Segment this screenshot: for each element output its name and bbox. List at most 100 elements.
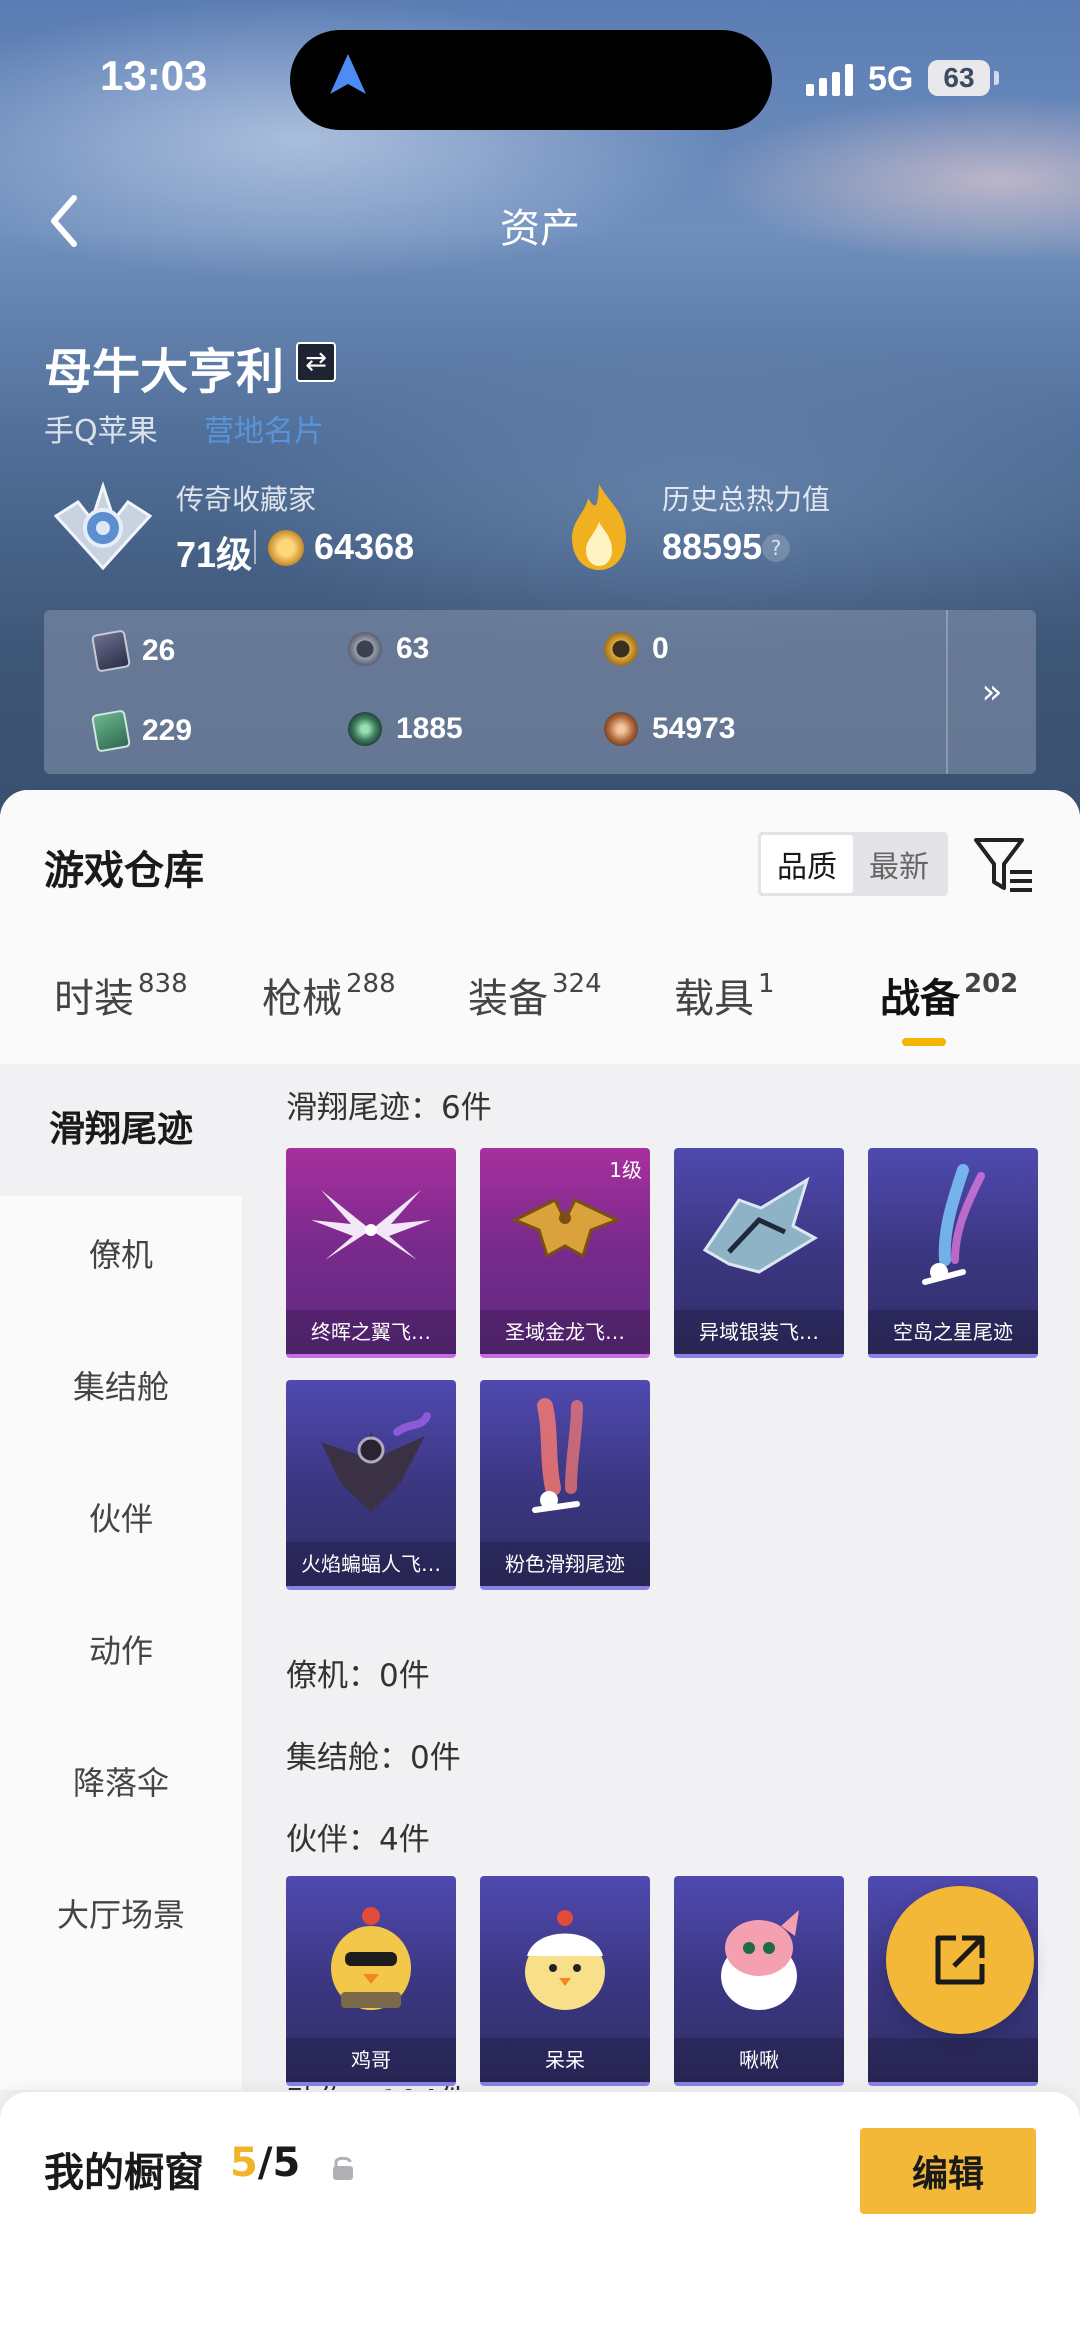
bronze-coin-icon	[604, 712, 638, 746]
tab-count: 324	[552, 969, 602, 999]
share-icon	[935, 1935, 985, 1985]
pink-trail-icon	[532, 1398, 583, 1513]
sort-toggle: 品质 最新	[758, 832, 948, 896]
tab-label: 战备	[880, 976, 960, 1022]
page-title: 资产	[500, 206, 580, 252]
purple-card-icon	[90, 629, 132, 673]
green-gem-icon	[348, 712, 382, 746]
expand-currencies-button[interactable]: »	[948, 610, 1036, 774]
signal-icon	[806, 62, 853, 96]
item-name: 圣域金龙飞…	[480, 1310, 650, 1354]
battery-tip	[994, 71, 999, 85]
item-name: 火焰蝙蝠人飞…	[286, 1542, 456, 1586]
item-card[interactable]: 鸡哥	[286, 1876, 456, 2086]
active-tab-indicator	[902, 1038, 946, 1046]
camp-card-link[interactable]: 营地名片	[204, 406, 324, 450]
showcase-current: 5	[230, 2140, 258, 2186]
profile-header: 13:03 5G 63 资产 母牛大亨利 ⇄ 手Q苹果 营地名片 传奇收藏家 7…	[0, 0, 1080, 820]
tab-label: 载具	[674, 976, 754, 1022]
section-title-glide: 滑翔尾迹：6件	[286, 1090, 492, 1126]
item-card[interactable]: 终晖之翼飞…	[286, 1148, 456, 1358]
currency-value: 26	[142, 634, 176, 667]
item-card[interactable]: 空岛之星尾迹	[868, 1148, 1038, 1358]
section-title-pod: 集结舱：0件	[286, 1740, 461, 1776]
warehouse-header: 游戏仓库 品质 最新 时装 838 枪械 288 装备 324 载具 1 战备 …	[0, 790, 1080, 1064]
section-title-partner: 伙伴：4件	[286, 1822, 430, 1858]
item-name: 粉色滑翔尾迹	[480, 1542, 650, 1586]
section-title-action: 动作：104件	[286, 2076, 469, 2090]
item-card[interactable]: 啾啾	[674, 1876, 844, 2086]
tab-label: 装备	[468, 976, 548, 1022]
rank-title: 传奇收藏家	[176, 483, 317, 516]
sidebar-item-partner[interactable]: 伙伴	[0, 1494, 242, 1540]
sidebar-item-assembly-pod[interactable]: 集结舱	[0, 1362, 242, 1408]
sort-by-newest[interactable]: 最新	[853, 835, 945, 893]
sidebar-item-action[interactable]: 动作	[0, 1626, 242, 1672]
item-name: 空岛之星尾迹	[868, 1310, 1038, 1354]
currency-item: 54973	[604, 712, 735, 746]
item-card[interactable]: 火焰蝙蝠人飞…	[286, 1380, 456, 1590]
tab-count: 838	[138, 969, 188, 999]
tab-vehicles[interactable]: 载具 1	[674, 966, 775, 1024]
item-card[interactable]: 粉色滑翔尾迹	[480, 1380, 650, 1590]
star-trail-icon	[922, 1164, 985, 1285]
chicken-icon	[331, 1907, 411, 2010]
sidebar-item-glide-trail[interactable]: 滑翔尾迹	[0, 1064, 242, 1196]
green-card-icon	[90, 709, 132, 753]
switch-account-icon[interactable]: ⇄	[296, 342, 336, 382]
currency-value: 0	[652, 632, 669, 665]
flame-bat-icon	[321, 1412, 431, 1512]
currency-panel: 26 63 0 229 1885 54973 »	[44, 610, 1036, 774]
divider	[254, 530, 256, 564]
item-name: 呆呆	[480, 2038, 650, 2082]
player-name: 母牛大亨利	[44, 344, 285, 400]
showcase-bar: 我的橱窗 5/5 编辑	[0, 2092, 1080, 2341]
filter-icon[interactable]	[972, 830, 1036, 900]
status-time: 13:03	[100, 52, 208, 99]
currency-item: 63	[348, 632, 429, 666]
currency-item: 0	[604, 632, 669, 666]
golden-dragon-icon	[511, 1197, 621, 1259]
wings-icon	[311, 1190, 431, 1260]
silver-coin-icon	[348, 632, 382, 666]
share-button[interactable]	[886, 1886, 1034, 2034]
currency-item: 229	[90, 709, 193, 753]
item-card[interactable]: 异域银装飞…	[674, 1148, 844, 1358]
edit-button[interactable]: 编辑	[860, 2128, 1036, 2214]
currency-item: 26	[90, 629, 176, 673]
pink-bird-icon	[721, 1910, 799, 2010]
category-sidebar: 滑翔尾迹 僚机 集结舱 伙伴 动作 降落伞 大厅场景	[0, 1064, 242, 2090]
item-card[interactable]: 呆呆	[480, 1876, 650, 2086]
gold-coin-icon	[604, 632, 638, 666]
showcase-count: 5/5	[230, 2140, 300, 2186]
showcase-label: 我的橱窗	[44, 2150, 204, 2196]
platform-label: 手Q苹果	[44, 414, 158, 449]
rank-emblem-icon	[53, 481, 153, 571]
tab-equipment[interactable]: 装备 324	[468, 966, 602, 1024]
tab-label: 枪械	[262, 976, 342, 1022]
tab-weapons[interactable]: 枪械 288	[262, 966, 396, 1024]
currency-item: 1885	[348, 712, 463, 746]
fire-icon	[572, 484, 626, 570]
tab-count: 288	[346, 969, 396, 999]
tab-combat-gear[interactable]: 战备 202	[880, 966, 1018, 1024]
help-icon[interactable]: ?	[762, 534, 790, 562]
network-type: 5G	[868, 60, 914, 98]
heat-value: 88595	[662, 526, 763, 567]
sort-by-quality[interactable]: 品质	[761, 835, 853, 893]
tab-fashion[interactable]: 时装 838	[54, 966, 188, 1024]
battery-icon: 63	[928, 60, 990, 96]
currency-value: 229	[142, 714, 193, 747]
item-name: 异域银装飞…	[674, 1310, 844, 1354]
tab-count: 1	[758, 969, 775, 999]
medal-icon	[268, 530, 304, 566]
sidebar-item-parachute[interactable]: 降落伞	[0, 1758, 242, 1804]
tab-label: 时装	[54, 976, 134, 1022]
rank-level: 71级	[176, 534, 253, 575]
item-card[interactable]: 1级 圣域金龙飞…	[480, 1148, 650, 1358]
sidebar-item-lobby-scene[interactable]: 大厅场景	[0, 1890, 242, 1936]
lock-icon	[333, 2156, 353, 2180]
sidebar-item-wingman[interactable]: 僚机	[0, 1230, 242, 1276]
rank-points: 64368	[314, 526, 415, 567]
warehouse-title: 游戏仓库	[44, 848, 204, 894]
